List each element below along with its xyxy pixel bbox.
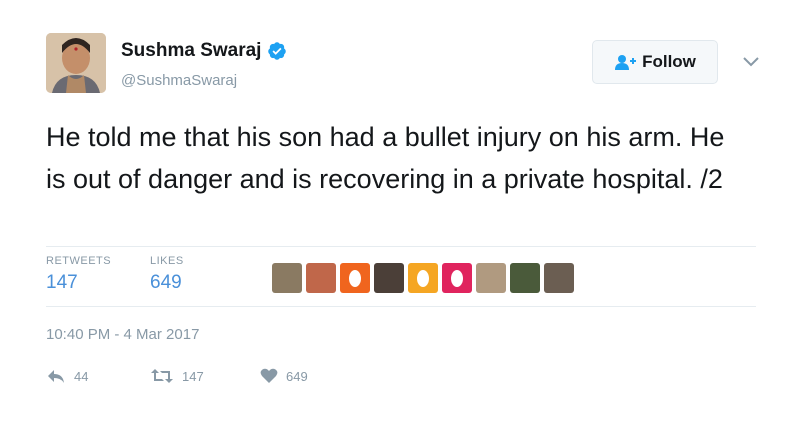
retweets-label: RETWEETS xyxy=(46,255,112,267)
follow-button[interactable]: Follow xyxy=(592,40,718,84)
likes-label: LIKES xyxy=(150,255,184,267)
likes-stat[interactable]: LIKES 649 xyxy=(150,255,184,294)
verified-badge-icon xyxy=(268,42,287,60)
follow-button-label: Follow xyxy=(642,52,696,71)
author-avatar[interactable] xyxy=(46,33,106,93)
reply-icon xyxy=(48,370,64,383)
liker-avatar[interactable] xyxy=(306,263,336,293)
likes-value[interactable]: 649 xyxy=(150,272,184,294)
liker-avatar[interactable] xyxy=(408,263,438,293)
heart-icon xyxy=(260,368,278,383)
reply-count: 44 xyxy=(74,368,89,384)
liker-avatar[interactable] xyxy=(544,263,574,293)
egg-icon xyxy=(451,269,463,287)
tweet-timestamp[interactable]: 10:40 PM - 4 Mar 2017 xyxy=(46,326,199,343)
retweet-count: 147 xyxy=(182,368,204,384)
egg-icon xyxy=(417,269,429,287)
retweet-action[interactable]: 147 xyxy=(150,368,260,384)
liker-avatar[interactable] xyxy=(442,263,472,293)
divider xyxy=(46,246,756,247)
tweet-actions: 44 147 649 xyxy=(46,368,308,384)
like-count: 649 xyxy=(286,368,308,384)
egg-icon xyxy=(349,269,361,287)
author-name-text[interactable]: Sushma Swaraj xyxy=(121,40,261,62)
chevron-down-icon[interactable] xyxy=(741,54,761,70)
liker-avatar[interactable] xyxy=(374,263,404,293)
liker-avatar[interactable] xyxy=(510,263,540,293)
retweets-value[interactable]: 147 xyxy=(46,272,111,294)
author-handle[interactable]: @SushmaSwaraj xyxy=(121,72,237,89)
retweet-icon xyxy=(151,369,173,383)
tweet-text: He told me that his son had a bullet inj… xyxy=(46,122,725,194)
reply-action[interactable]: 44 xyxy=(46,368,150,384)
liker-avatar[interactable] xyxy=(272,263,302,293)
liker-avatar[interactable] xyxy=(340,263,370,293)
retweets-stat[interactable]: RETWEETS 147 xyxy=(46,255,111,294)
add-user-icon xyxy=(615,55,637,70)
liker-avatars xyxy=(272,263,574,293)
divider xyxy=(46,306,756,307)
like-action[interactable]: 649 xyxy=(260,368,308,384)
author-name[interactable]: Sushma Swaraj xyxy=(121,40,287,62)
liker-avatar[interactable] xyxy=(476,263,506,293)
